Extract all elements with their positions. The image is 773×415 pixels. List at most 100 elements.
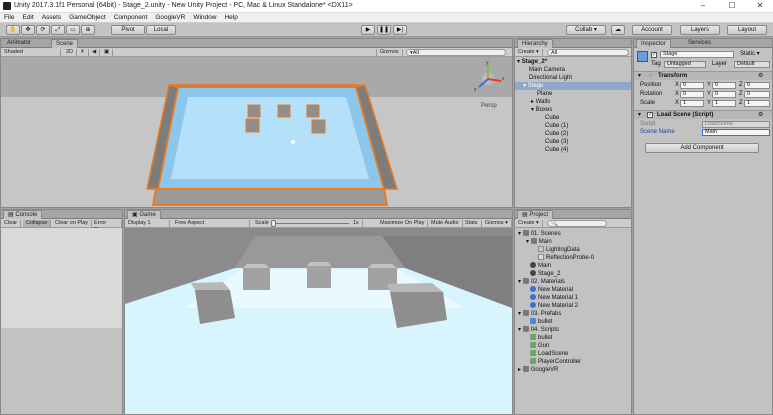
play-button[interactable]: ▶ <box>361 25 375 35</box>
script-field[interactable]: LoadScene <box>702 121 770 128</box>
collab-button[interactable]: Collab ▾ <box>566 25 606 35</box>
menu-component[interactable]: Component <box>110 13 152 23</box>
scene-viewport[interactable]: y x z Persp <box>1 57 512 207</box>
scale-slider-handle[interactable] <box>271 220 276 227</box>
folder-prefabs[interactable]: ▾ 03. Prefabs <box>518 310 561 318</box>
hierarchy-item-cube-2[interactable]: Cube (2) <box>545 130 568 138</box>
folder-scripts[interactable]: ▾ 04. Scripts <box>518 326 559 334</box>
add-component-button[interactable]: Add Component <box>645 143 759 153</box>
menu-googlevr[interactable]: GoogleVR <box>151 13 189 23</box>
scene-search-input[interactable]: ▾All <box>406 49 506 56</box>
hierarchy-create-button[interactable]: Create ▾ <box>515 49 543 56</box>
script-settings-icon[interactable]: ⚙ <box>758 111 763 119</box>
console-collapse-button[interactable]: Collapse <box>23 220 52 227</box>
folder-materials[interactable]: ▾ 02. Materials <box>518 278 565 286</box>
tab-scene[interactable]: Scene <box>51 39 79 48</box>
script-enabled-checkbox[interactable]: ✓ <box>647 112 653 118</box>
folder-main[interactable]: ▾ Main <box>526 238 552 246</box>
layer-dropdown[interactable]: Default <box>734 61 770 68</box>
tab-console[interactable]: ▤ Console <box>3 210 43 219</box>
asset-loadscene-script[interactable]: LoadScene <box>530 350 568 358</box>
rotation-z-input[interactable]: 0 <box>744 91 770 98</box>
folder-scenes[interactable]: ▾ 01. Scenes <box>518 230 561 238</box>
asset-lightingdata[interactable]: LightingData <box>538 246 580 254</box>
tab-inspector[interactable]: Inspector <box>636 39 671 48</box>
hierarchy-search-input[interactable]: All <box>547 49 629 56</box>
tab-project[interactable]: ▤ Project <box>517 210 554 219</box>
hierarchy-item-cube-3[interactable]: Cube (3) <box>545 138 568 146</box>
asset-new-material-2[interactable]: New Material 2 <box>530 302 578 310</box>
hierarchy-item-plane[interactable]: Plane <box>537 90 552 98</box>
rotate-tool-icon[interactable]: ⟳ <box>36 25 50 35</box>
rect-tool-icon[interactable]: ▭ <box>66 25 80 35</box>
console-clear-on-play-button[interactable]: Clear on Play <box>52 220 93 227</box>
scale-slider[interactable] <box>273 223 349 224</box>
audio-toggle-icon[interactable]: ◀ <box>89 49 101 56</box>
console-error-pause-button[interactable]: Error Pause <box>91 220 122 233</box>
scale-z-input[interactable]: 1 <box>744 100 770 107</box>
close-button[interactable]: ✕ <box>747 0 773 12</box>
console-clear-button[interactable]: Clear <box>1 220 22 227</box>
effects-dropdown-icon[interactable]: ▣ <box>101 49 114 56</box>
stats-button[interactable]: Stats <box>462 220 482 227</box>
cloud-icon[interactable]: ☁ <box>611 25 625 35</box>
scale-x-input[interactable]: 1 <box>680 100 704 107</box>
asset-bullet-prefab[interactable]: bullet <box>530 318 552 326</box>
game-gizmos-dropdown[interactable]: Gizmos ▾ <box>482 220 512 227</box>
asset-playercontroller-script[interactable]: PlayerController <box>530 358 581 366</box>
menu-file[interactable]: File <box>0 13 18 23</box>
scale-tool-icon[interactable]: ⤢ <box>51 25 65 35</box>
menu-help[interactable]: Help <box>220 13 241 23</box>
minimize-button[interactable]: – <box>690 0 716 12</box>
tab-animator[interactable]: Animator <box>3 39 35 48</box>
layout-dropdown[interactable]: Layout <box>727 25 767 35</box>
position-x-input[interactable]: 0 <box>680 82 704 89</box>
pause-button[interactable]: ❚❚ <box>377 25 391 35</box>
console-log-area[interactable] <box>1 228 122 328</box>
pivot-toggle[interactable]: Pivot <box>111 25 145 35</box>
tag-dropdown[interactable]: Untagged <box>664 61 706 68</box>
hierarchy-item-stage[interactable]: ▾ Stage <box>515 82 631 90</box>
menu-edit[interactable]: Edit <box>18 13 37 23</box>
hierarchy-item-boxes[interactable]: ▾ Boxes <box>531 106 552 114</box>
tab-hierarchy[interactable]: Hierarchy <box>517 39 553 48</box>
step-button[interactable]: ▶| <box>393 25 407 35</box>
move-tool-icon[interactable]: ✥ <box>21 25 35 35</box>
mute-audio-button[interactable]: Mute Audio <box>428 220 463 227</box>
mode-2d-button[interactable]: 2D <box>63 49 78 56</box>
hierarchy-item-cube-4[interactable]: Cube (4) <box>545 146 568 154</box>
transform-tool-icon[interactable]: ⊕ <box>81 25 95 35</box>
rotation-y-input[interactable]: 0 <box>712 91 736 98</box>
asset-main-scene[interactable]: Main <box>530 262 551 270</box>
layers-dropdown[interactable]: Layers <box>680 25 720 35</box>
transform-settings-icon[interactable]: ⚙ <box>758 72 763 80</box>
gizmos-dropdown[interactable]: Gizmos <box>376 49 403 56</box>
tab-game[interactable]: ▣ Game <box>127 210 161 219</box>
gameobject-name-input[interactable]: Stage <box>660 51 734 58</box>
local-toggle[interactable]: Local <box>146 25 176 35</box>
asset-reflection-probe[interactable]: ReflectionProbe-0 <box>538 254 594 262</box>
maximize-button[interactable]: ☐ <box>719 0 745 12</box>
asset-new-material-1[interactable]: New Material 1 <box>530 294 578 302</box>
scene-name-input[interactable]: Main <box>702 129 770 136</box>
tab-services[interactable]: Services <box>684 39 715 48</box>
hierarchy-item-cube-1[interactable]: Cube (1) <box>545 122 568 130</box>
asset-new-material[interactable]: New Material <box>530 286 573 294</box>
project-search-input[interactable]: 🔍 <box>547 220 607 227</box>
hierarchy-item-main-camera[interactable]: Main Camera <box>529 66 565 74</box>
hierarchy-item-directional-light[interactable]: Directional Light <box>529 74 572 82</box>
hierarchy-item-cube[interactable]: Cube <box>545 114 559 122</box>
active-checkbox[interactable]: ✓ <box>651 52 657 58</box>
asset-bullet-script[interactable]: bullet <box>530 334 552 342</box>
project-create-button[interactable]: Create ▾ <box>515 220 543 227</box>
maximize-on-play-button[interactable]: Maximize On Play <box>377 220 429 227</box>
load-scene-header[interactable]: ▾ ✓ Load Scene (Script) ⚙ <box>634 110 772 119</box>
asset-stage2-scene[interactable]: Stage_2 <box>530 270 560 278</box>
account-dropdown[interactable]: Account <box>632 25 672 35</box>
position-z-input[interactable]: 0 <box>744 82 770 89</box>
menu-window[interactable]: Window <box>189 13 220 23</box>
menu-gameobject[interactable]: GameObject <box>65 13 110 23</box>
hand-tool-icon[interactable]: ✋ <box>6 25 20 35</box>
rotation-x-input[interactable]: 0 <box>680 91 704 98</box>
lighting-toggle-icon[interactable]: ☀ <box>77 49 89 56</box>
